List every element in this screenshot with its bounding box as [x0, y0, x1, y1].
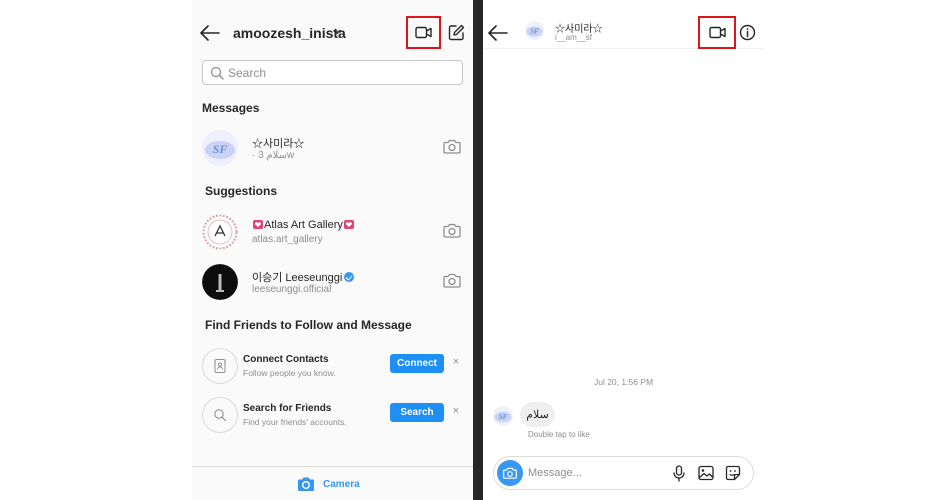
avatar: SF	[202, 130, 238, 166]
new-message-icon[interactable]	[448, 24, 465, 41]
camera-label[interactable]: Camera	[323, 479, 360, 490]
suggestion-row[interactable]: Atlas Art Gallery atlas.art_gallery	[192, 210, 473, 254]
video-call-button[interactable]	[698, 16, 736, 49]
conversation-row[interactable]: SF ☆사미라☆ · سلام 3w	[192, 126, 473, 170]
video-call-button[interactable]	[406, 16, 441, 49]
chat-screen: SF ☆사미라☆ i__am__sf Jul 20, 1:56 PM SF سل…	[483, 0, 764, 500]
dismiss-icon[interactable]: ×	[450, 355, 462, 369]
search-friends-row: Search for Friends Find your friends' ac…	[192, 395, 473, 435]
inbox-header: amoozesh_inista	[192, 16, 473, 49]
arrow-left-icon[interactable]	[488, 25, 508, 41]
avatar[interactable]: SF	[493, 406, 513, 426]
svg-text:SF: SF	[499, 413, 508, 421]
connect-button[interactable]: Connect	[390, 354, 444, 373]
connect-contacts-title: Connect Contacts	[243, 354, 329, 365]
chat-contact-username: i__am__sf	[555, 33, 592, 42]
search-icon	[210, 66, 224, 80]
heart-icon	[343, 220, 354, 229]
info-icon[interactable]	[739, 24, 756, 41]
account-name[interactable]: amoozesh_inista	[233, 25, 346, 41]
message-bubble[interactable]: سلام	[520, 402, 555, 427]
dismiss-icon[interactable]: ×	[450, 404, 462, 418]
camera-bar: Camera	[192, 466, 473, 500]
camera-icon[interactable]	[443, 138, 461, 154]
camera-button[interactable]	[497, 460, 523, 486]
verified-badge-icon	[344, 272, 355, 282]
connect-contacts-subtitle: Follow people you know.	[243, 368, 336, 378]
connect-contacts-row: Connect Contacts Follow people you know.…	[192, 346, 473, 386]
contacts-icon	[202, 348, 238, 384]
conversation-preview: · سلام 3w	[252, 150, 295, 161]
chevron-down-icon[interactable]	[332, 28, 342, 36]
double-tap-hint: Double tap to like	[528, 430, 590, 439]
inbox-screen: amoozesh_inista Messages	[192, 0, 473, 500]
chat-header: SF ☆사미라☆ i__am__sf	[483, 16, 764, 49]
conversation-name: ☆사미라☆	[252, 138, 305, 150]
suggestion-username: leeseunggi.official	[252, 284, 332, 295]
video-call-icon	[415, 26, 432, 39]
message-timestamp: Jul 20, 1:56 PM	[593, 377, 654, 387]
find-friends-heading: Find Friends to Follow and Message	[205, 318, 412, 332]
sticker-icon[interactable]	[725, 465, 741, 481]
avatar[interactable]: SF	[525, 21, 544, 40]
camera-icon[interactable]	[443, 272, 461, 288]
camera-icon[interactable]	[297, 475, 315, 492]
search-friends-title: Search for Friends	[243, 403, 332, 414]
suggestion-username: atlas.art_gallery	[252, 234, 323, 245]
suggestion-name: Atlas Art Gallery	[252, 219, 355, 231]
suggestions-heading: Suggestions	[205, 184, 278, 198]
avatar	[202, 264, 238, 300]
suggestion-row[interactable]: 이승기 Leeseunggi leeseunggi.official	[192, 260, 473, 304]
message-input[interactable]	[528, 465, 658, 481]
search-input[interactable]	[228, 63, 456, 83]
gallery-icon[interactable]	[698, 465, 714, 481]
search-bar[interactable]	[202, 60, 463, 85]
camera-icon[interactable]	[443, 222, 461, 238]
messages-heading: Messages	[202, 101, 260, 115]
avatar	[202, 214, 238, 250]
suggestion-name: 이승기 Leeseunggi	[252, 269, 355, 285]
svg-text:SF: SF	[530, 28, 539, 36]
svg-text:SF: SF	[213, 142, 228, 156]
screen-divider	[473, 0, 483, 500]
arrow-left-icon[interactable]	[200, 25, 220, 41]
camera-icon	[503, 467, 517, 479]
microphone-icon[interactable]	[672, 465, 686, 482]
message-composer	[493, 456, 754, 490]
screenshot-canvas: amoozesh_inista Messages	[0, 0, 950, 500]
search-icon	[202, 397, 238, 433]
search-friends-subtitle: Find your friends' accounts.	[243, 417, 347, 427]
video-call-icon	[708, 26, 726, 39]
search-button[interactable]: Search	[390, 403, 444, 422]
heart-icon	[253, 220, 263, 229]
